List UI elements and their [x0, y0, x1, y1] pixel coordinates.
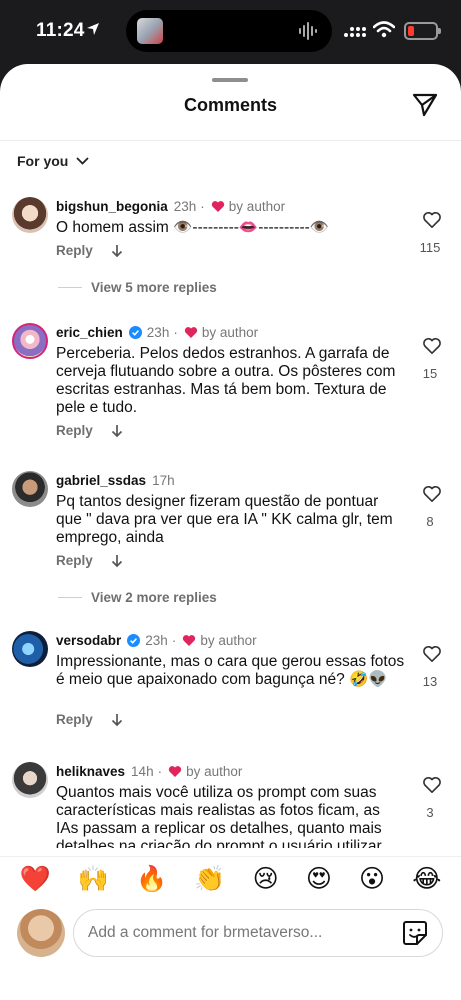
- battery-icon: [404, 22, 441, 40]
- like-heart-icon[interactable]: [418, 776, 446, 794]
- current-user-avatar: [17, 909, 65, 957]
- comment-filter-dropdown[interactable]: For you: [17, 153, 89, 169]
- like-heart-icon[interactable]: [418, 337, 446, 355]
- status-time: 11:24: [36, 20, 85, 41]
- avatar[interactable]: [12, 762, 48, 798]
- share-send-icon[interactable]: [412, 93, 438, 117]
- sheet-title: Comments: [183, 95, 277, 115]
- comment-meta: versodabr 23h · by author: [56, 633, 257, 648]
- like-heart-icon[interactable]: [418, 485, 446, 503]
- comment-meta: eric_chien 23h · by author: [56, 325, 259, 340]
- wifi-icon: [373, 21, 395, 38]
- translate-arrow-icon[interactable]: [111, 424, 123, 438]
- author-liked-heart-icon: [168, 766, 182, 777]
- author-liked-heart-icon: [183, 635, 196, 646]
- audio-waveform-icon: [299, 22, 317, 40]
- comment-text: O homem assim 👁️---------👄----------👁️: [56, 219, 330, 236]
- like-count: 15: [422, 366, 438, 381]
- reply-row: Reply: [56, 553, 123, 568]
- comment-meta: heliknaves 14h · by author: [56, 764, 243, 779]
- author-liked-heart-icon: [184, 327, 197, 338]
- verified-badge-icon: [127, 634, 141, 647]
- comment-username[interactable]: versodabr: [56, 633, 121, 648]
- comment-text: Quantos mais você utiliza os prompt com …: [56, 784, 382, 848]
- now-playing-thumbnail: [137, 18, 163, 44]
- comment-time: 14h: [131, 764, 154, 779]
- comment-input[interactable]: Add a comment for brmetaverso...: [73, 909, 443, 957]
- emoji-laughing-button[interactable]: 😂: [412, 867, 441, 892]
- reply-button[interactable]: Reply: [56, 423, 93, 438]
- emoji-heart-button[interactable]: ❤️: [20, 867, 51, 892]
- author-liked-label: by author: [200, 633, 257, 648]
- like-count: 3: [426, 805, 434, 820]
- comment-username[interactable]: eric_chien: [56, 325, 123, 340]
- like-heart-icon[interactable]: [418, 645, 446, 663]
- author-liked-label: by author: [186, 764, 243, 779]
- emoji-crying-button[interactable]: 😢: [253, 867, 279, 892]
- translate-arrow-icon[interactable]: [111, 713, 123, 727]
- translate-arrow-icon[interactable]: [111, 244, 123, 258]
- like-count: 13: [422, 674, 438, 689]
- comment-time: 17h: [152, 473, 175, 488]
- comment-username[interactable]: gabriel_ssdas: [56, 473, 146, 488]
- author-liked-heart-icon: [211, 201, 224, 212]
- reply-button[interactable]: Reply: [56, 553, 93, 568]
- reply-row: Reply: [56, 423, 123, 438]
- comment-input-row: Add a comment for brmetaverso...: [0, 902, 461, 1000]
- like-count: 8: [426, 514, 434, 529]
- translate-arrow-icon[interactable]: [111, 554, 123, 568]
- comment-filter-label: For you: [17, 153, 69, 169]
- avatar[interactable]: [12, 197, 48, 233]
- emoji-surprised-button[interactable]: 😮: [359, 867, 385, 892]
- status-bar: 11:24: [0, 0, 461, 64]
- like-count: 115: [419, 240, 441, 255]
- comment-item: heliknaves 14h · by author Quantos mais …: [0, 762, 461, 848]
- like-heart-icon[interactable]: [418, 211, 446, 229]
- comment-input-placeholder: Add a comment for brmetaverso...: [88, 924, 323, 941]
- author-liked-label: by author: [201, 325, 259, 340]
- comment-meta: bigshun_begonia 23h · by author: [56, 199, 286, 214]
- cellular-signal-icon: [344, 27, 366, 37]
- dynamic-island[interactable]: [126, 10, 332, 52]
- emoji-heart-eyes-button[interactable]: 😍: [306, 867, 332, 892]
- comment-username[interactable]: bigshun_begonia: [56, 199, 168, 214]
- comment-text: Perceberia. Pelos dedos estranhos. A gar…: [56, 345, 396, 416]
- avatar[interactable]: [12, 471, 48, 507]
- reply-button[interactable]: Reply: [56, 243, 93, 258]
- view-more-replies[interactable]: View 2 more replies: [58, 590, 217, 605]
- sticker-gif-icon[interactable]: [402, 920, 428, 946]
- reply-row: Reply: [56, 712, 123, 727]
- view-more-replies[interactable]: View 5 more replies: [58, 280, 217, 295]
- sheet-grabber[interactable]: [212, 78, 248, 82]
- emoji-quick-bar: ❤️ 🙌 🔥 👏 😢 😍 😮 😂: [0, 856, 461, 902]
- comment-text: Impressionante, mas o cara que gerou ess…: [56, 653, 405, 688]
- comments-sheet: Comments For you bigshun_begonia 23h · b…: [0, 64, 461, 1000]
- comment-meta: gabriel_ssdas 17h: [56, 473, 175, 488]
- chevron-down-icon: [76, 157, 89, 165]
- location-arrow-icon: [87, 23, 99, 35]
- comment-time: 23h: [146, 325, 170, 340]
- emoji-fire-button[interactable]: 🔥: [136, 867, 167, 892]
- avatar[interactable]: [12, 631, 48, 667]
- emoji-clap-button[interactable]: 👏: [194, 867, 225, 892]
- reply-button[interactable]: Reply: [56, 712, 93, 727]
- emoji-raising-hands-button[interactable]: 🙌: [78, 867, 109, 892]
- verified-badge-icon: [128, 326, 142, 339]
- comment-time: 23h: [173, 199, 197, 214]
- comment-username[interactable]: heliknaves: [56, 764, 125, 779]
- reply-row: Reply: [56, 243, 123, 258]
- avatar[interactable]: [12, 323, 48, 359]
- comment-text: Pq tantos designer fizeram questão de po…: [56, 493, 393, 546]
- header-divider: [0, 140, 461, 141]
- author-liked-label: by author: [228, 199, 286, 214]
- comment-time: 23h: [145, 633, 168, 648]
